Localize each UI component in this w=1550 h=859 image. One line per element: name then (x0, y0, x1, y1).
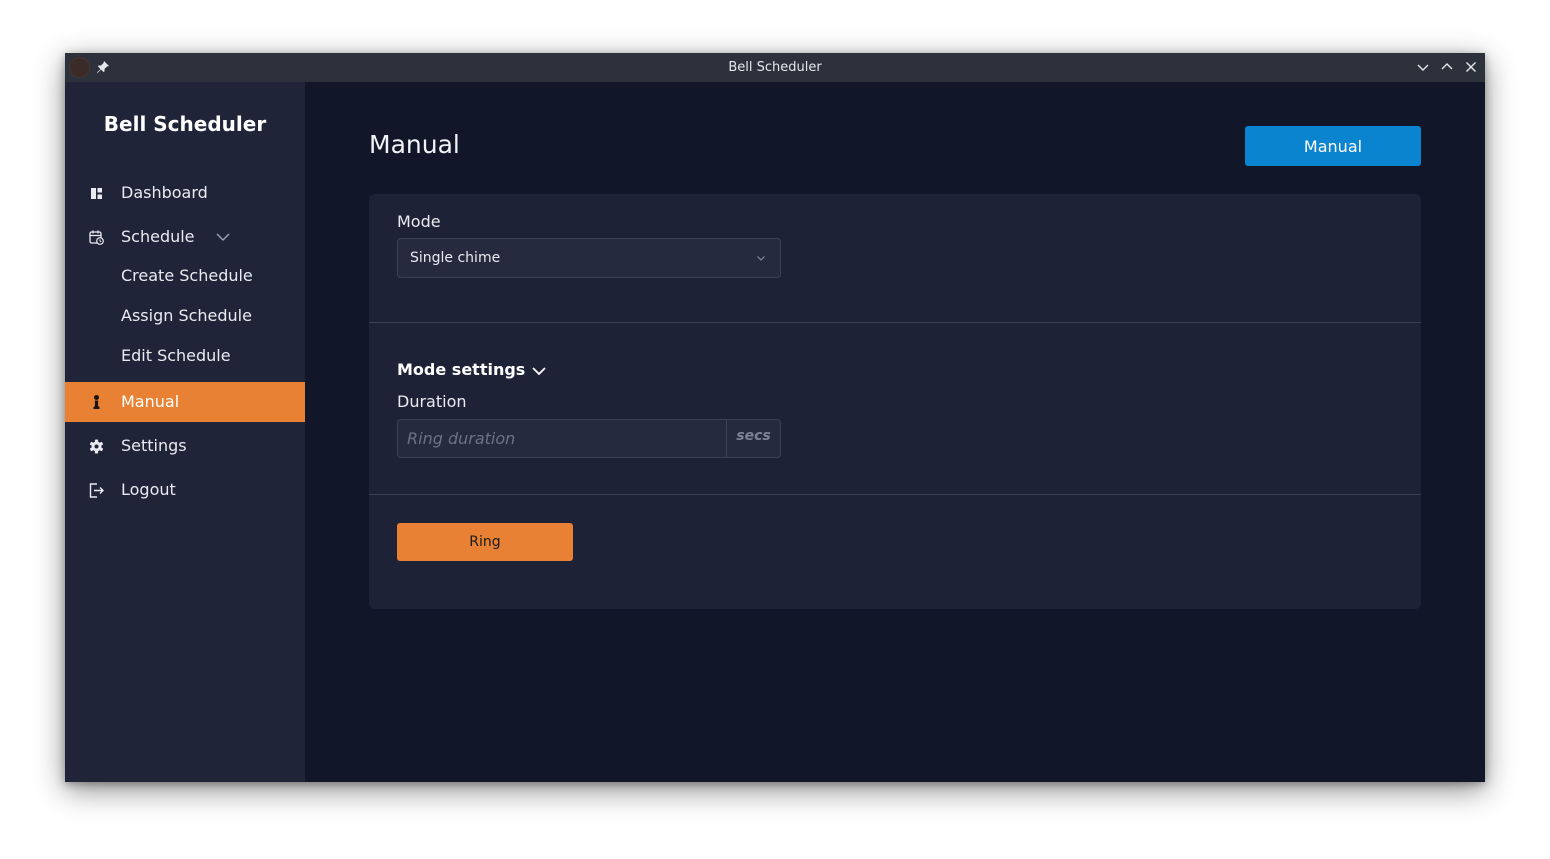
mode-settings-label: Mode settings (397, 360, 526, 379)
mode-select[interactable]: Single chime (397, 238, 781, 278)
sidebar-item-dashboard[interactable]: Dashboard (65, 173, 305, 213)
chevron-down-icon[interactable] (215, 230, 231, 244)
title-bar: Bell Scheduler (65, 53, 1485, 82)
duration-label: Duration (397, 392, 467, 411)
chevron-down-icon (532, 367, 546, 376)
logout-icon (89, 483, 104, 498)
gear-icon (89, 439, 104, 454)
main-content: Manual Manual Mode Single chime Mode set… (305, 82, 1485, 782)
ring-button[interactable]: Ring (397, 523, 573, 561)
sidebar-subitem-create-schedule[interactable]: Create Schedule (121, 266, 253, 294)
divider (369, 322, 1421, 323)
sidebar-item-settings[interactable]: Settings (65, 426, 305, 466)
sidebar-item-label: Settings (121, 436, 187, 455)
sidebar-subitem-assign-schedule[interactable]: Assign Schedule (121, 306, 252, 334)
brand-title: Bell Scheduler (103, 112, 267, 136)
calendar-clock-icon (89, 230, 104, 245)
mode-select-value: Single chime (410, 250, 501, 266)
person-icon (93, 395, 100, 409)
sidebar-item-label: Dashboard (121, 183, 208, 202)
app-window: Bell Scheduler Bell Scheduler Dashboard (65, 53, 1485, 782)
divider (369, 494, 1421, 495)
page-title: Manual (369, 130, 460, 159)
mode-label: Mode (397, 212, 441, 231)
sidebar-item-manual[interactable]: Manual (65, 382, 305, 422)
sidebar: Bell Scheduler Dashboard Schedule Create… (65, 82, 305, 782)
sidebar-item-label: Logout (121, 480, 176, 499)
chevron-down-icon (757, 256, 765, 261)
window-title: Bell Scheduler (728, 60, 822, 75)
manual-button[interactable]: Manual (1245, 126, 1421, 166)
minimize-icon[interactable] (1416, 60, 1430, 74)
sidebar-item-logout[interactable]: Logout (65, 470, 305, 510)
sidebar-subitem-edit-schedule[interactable]: Edit Schedule (121, 346, 231, 374)
sidebar-item-label: Schedule (121, 227, 195, 246)
manual-card: Mode Single chime Mode settings Duration… (369, 194, 1421, 609)
maximize-icon[interactable] (1440, 60, 1454, 74)
duration-input-group: secs (397, 419, 781, 458)
duration-input[interactable] (398, 420, 726, 457)
duration-unit: secs (726, 420, 780, 457)
sidebar-item-schedule[interactable]: Schedule (65, 217, 305, 257)
sidebar-item-label: Manual (121, 392, 180, 411)
dashboard-icon (91, 188, 102, 199)
close-icon[interactable] (1464, 60, 1478, 74)
mode-settings-toggle[interactable]: Mode settings (397, 360, 557, 384)
